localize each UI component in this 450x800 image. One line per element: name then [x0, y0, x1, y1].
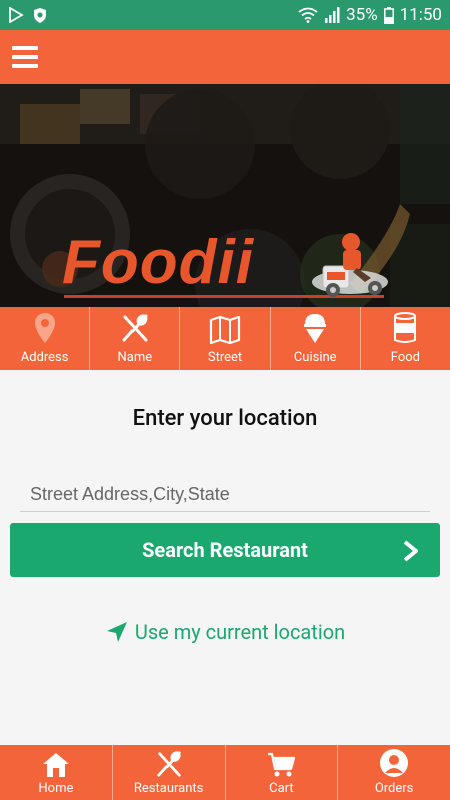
category-name[interactable]: Name — [90, 307, 181, 370]
main-content: Enter your location Search Restaurant Us… — [0, 370, 450, 745]
category-label: Address — [20, 350, 69, 365]
category-street[interactable]: Street — [180, 307, 271, 370]
page-title: Enter your location — [132, 406, 318, 431]
battery-percent: 35% — [346, 5, 378, 25]
battery-icon — [383, 6, 394, 24]
nav-cart[interactable]: Cart — [226, 745, 339, 800]
home-icon — [42, 753, 69, 777]
delivery-scooter-logo — [312, 233, 388, 297]
search-button-label: Search Restaurant — [142, 538, 308, 562]
ice-cream-icon — [304, 314, 327, 343]
hero-banner: Foodii — [0, 84, 450, 307]
address-input[interactable] — [20, 478, 430, 512]
fork-spoon-icon — [156, 751, 181, 777]
nav-restaurants[interactable]: Restaurants — [113, 745, 226, 800]
use-current-location-link[interactable]: Use my current location — [0, 620, 450, 644]
status-bar: 35% 11:50 — [0, 0, 450, 30]
fork-spoon-icon — [122, 314, 148, 342]
location-arrow-icon — [106, 622, 127, 642]
category-address[interactable]: Address — [0, 307, 91, 370]
wifi-icon — [298, 7, 318, 23]
search-category-bar: Address Name Street Cuisine Food — [0, 307, 450, 370]
map-pin-icon — [34, 313, 55, 343]
category-label: Cuisine — [293, 350, 337, 365]
app-bar — [0, 30, 450, 84]
nav-label: Home — [38, 781, 74, 796]
logo-text: Foodii — [62, 228, 254, 297]
category-food[interactable]: Food — [361, 307, 450, 370]
category-label: Food — [390, 350, 421, 365]
chevron-right-icon — [403, 540, 418, 562]
nav-label: Cart — [269, 781, 294, 796]
play-store-icon — [9, 7, 24, 23]
can-icon — [394, 312, 417, 343]
category-label: Street — [207, 350, 243, 365]
nav-label: Orders — [374, 781, 414, 796]
current-location-label: Use my current location — [134, 620, 346, 644]
search-restaurant-button[interactable]: Search Restaurant — [10, 523, 440, 577]
category-label: Name — [117, 350, 153, 365]
map-icon — [209, 316, 241, 344]
menu-icon[interactable] — [12, 46, 38, 68]
shield-icon — [34, 7, 46, 23]
category-cuisine[interactable]: Cuisine — [271, 307, 361, 370]
bottom-nav: Home Restaurants Cart Orders — [0, 745, 450, 800]
signal-icon — [325, 7, 340, 23]
clock: 11:50 — [399, 5, 442, 25]
nav-orders[interactable]: Orders — [338, 745, 450, 800]
cart-icon — [268, 752, 296, 777]
nav-label: Restaurants — [133, 781, 204, 796]
nav-home[interactable]: Home — [0, 745, 113, 800]
user-icon — [380, 749, 409, 777]
